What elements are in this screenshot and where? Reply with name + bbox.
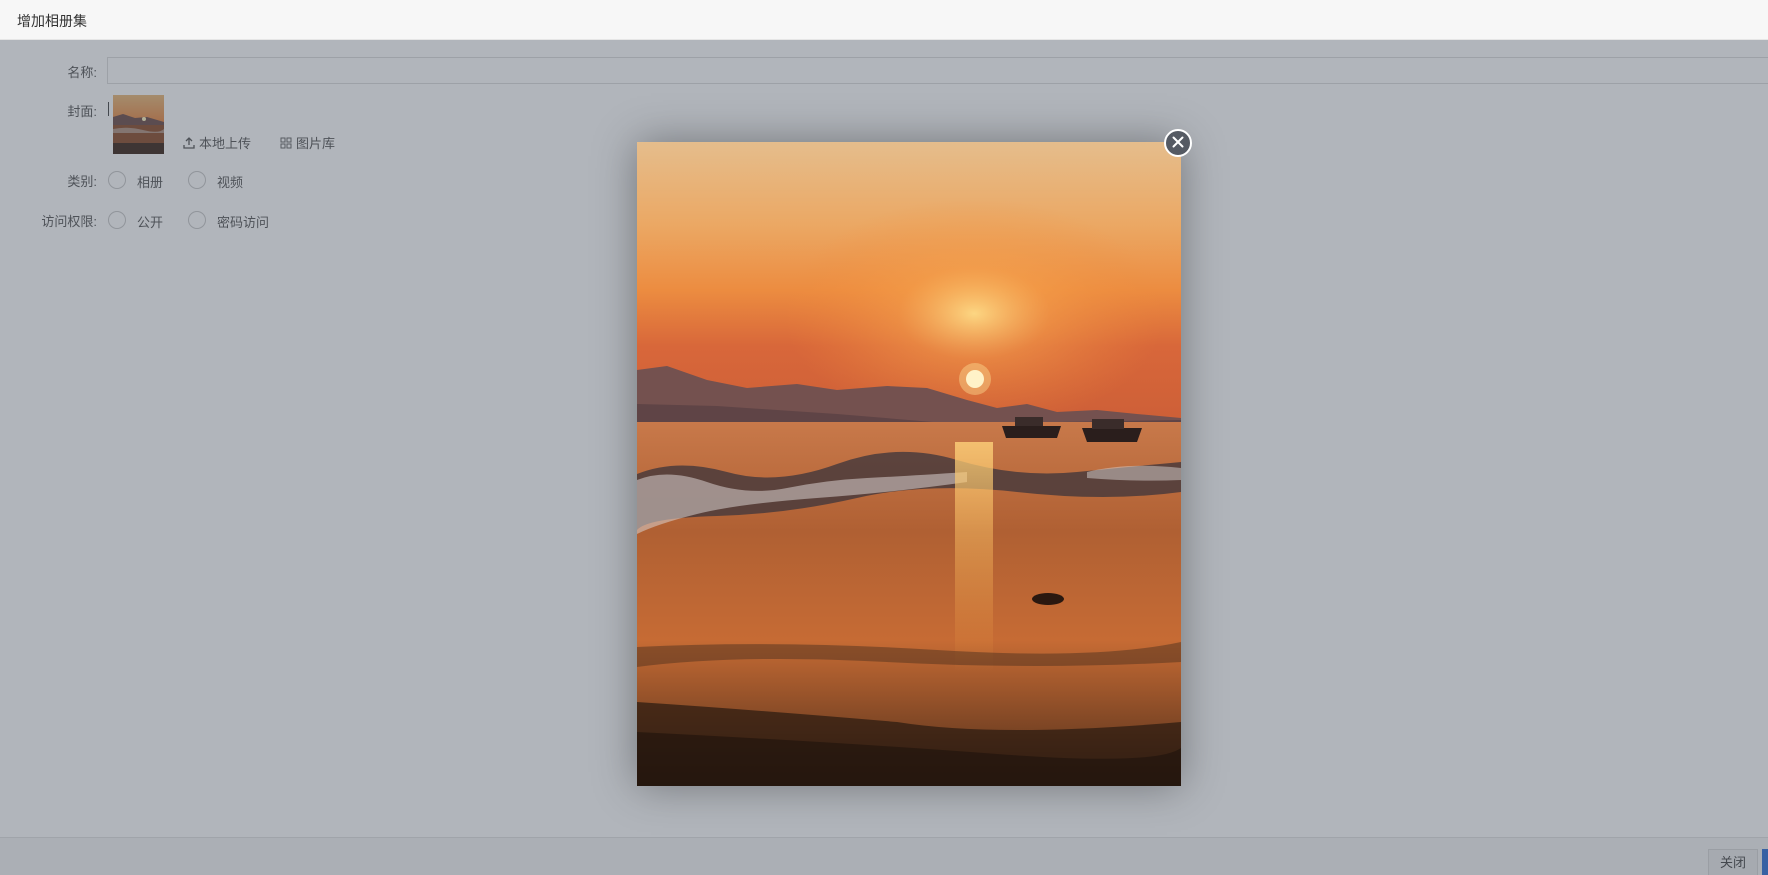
close-icon (1172, 136, 1184, 151)
image-preview (637, 142, 1181, 786)
page: 增加相册集 名称: 封面: 本地上传 图片库 类别: 相册 视频 访问权限: 公… (0, 0, 1768, 875)
preview-close-button[interactable] (1164, 129, 1192, 157)
dialog-title: 增加相册集 (17, 13, 87, 29)
dialog-titlebar: 增加相册集 (0, 0, 1768, 40)
